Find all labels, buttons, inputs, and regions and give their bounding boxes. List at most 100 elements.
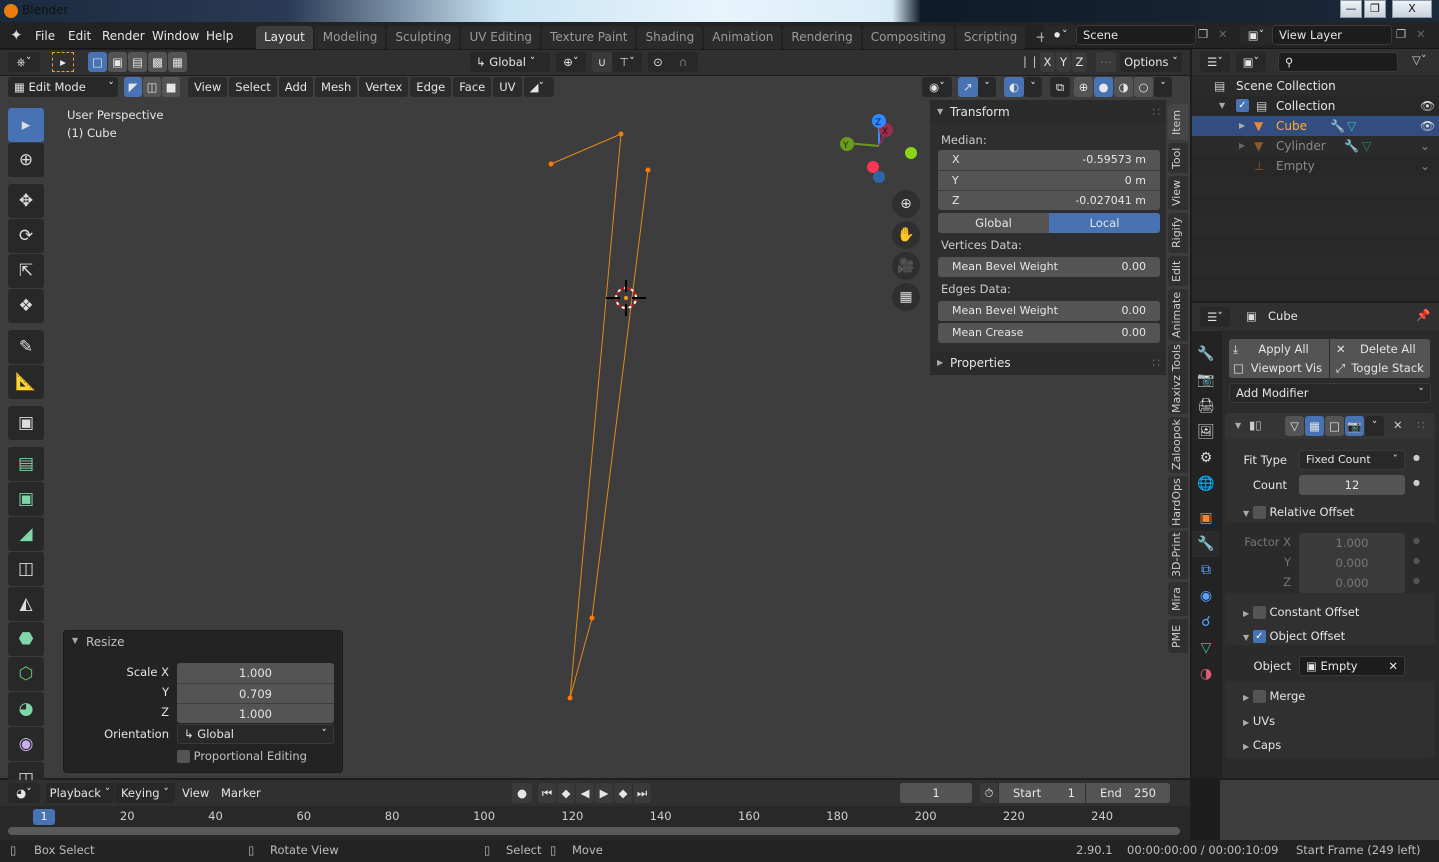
annotate-tool-icon[interactable]: ✎ — [8, 330, 44, 364]
delete-view-layer-icon[interactable]: ✕ — [1416, 27, 1426, 41]
current-frame-field[interactable]: 1 — [900, 783, 972, 803]
collapse-icon[interactable]: ▼ — [1219, 96, 1225, 116]
mesh-data-tab-icon[interactable]: ▽ — [1192, 635, 1220, 661]
uvs-subpanel[interactable]: ▶ UVs — [1243, 714, 1275, 728]
gizmo-neg-y[interactable] — [905, 147, 917, 159]
render-display-icon[interactable]: 📷 — [1345, 416, 1364, 436]
menu-uv[interactable]: UV — [493, 77, 522, 97]
select-extend-icon[interactable]: ▣ — [108, 52, 127, 72]
tab-view[interactable]: View — [1168, 176, 1188, 210]
gizmo-neg-x[interactable] — [867, 161, 879, 173]
mesh-edge[interactable] — [550, 133, 622, 165]
tab-modeling[interactable]: Modeling — [314, 26, 386, 49]
menu-edge[interactable]: Edge — [410, 77, 452, 97]
mesh-vertex[interactable] — [618, 131, 624, 137]
collapse-icon[interactable]: ▼ — [1235, 421, 1241, 430]
select-subtract-icon[interactable]: ▤ — [128, 52, 147, 72]
scale-x-field[interactable]: 1.000 — [177, 663, 334, 683]
visibility-eye-icon[interactable]: 👁 — [1420, 96, 1435, 116]
menu-vertex[interactable]: Vertex — [359, 77, 409, 97]
orientation-dropdown[interactable]: ↳ Global ˇ — [177, 724, 334, 744]
snap-toggle-icon[interactable]: ∪ — [592, 52, 612, 72]
tab-maxivz-tools[interactable]: Maxivz Tools — [1168, 344, 1188, 414]
auto-keying-icon[interactable]: ● — [512, 783, 532, 803]
view-layer-selector-icon[interactable]: ▣ˇ — [1240, 25, 1272, 45]
maximize-button[interactable]: ❐ — [1364, 0, 1386, 18]
zoom-view-icon[interactable]: ⊕ — [892, 190, 920, 218]
local-toggle[interactable]: Local — [1049, 213, 1160, 233]
menu-select[interactable]: Select — [229, 77, 277, 97]
outliner-collection[interactable]: ▼ ✓ ▤ Collection 👁 — [1192, 96, 1439, 116]
minimize-button[interactable]: — — [1340, 0, 1362, 18]
new-view-layer-icon[interactable]: ❐ — [1396, 27, 1406, 41]
tab-edit[interactable]: Edit — [1168, 256, 1188, 286]
prev-keyframe-icon[interactable]: ◆ — [557, 783, 575, 803]
factor-y-field[interactable]: 0.000 — [1299, 553, 1405, 573]
expand-icon[interactable]: ▶ — [1239, 136, 1245, 156]
factor-z-field[interactable]: 0.000 — [1299, 573, 1405, 593]
spin-tool-icon[interactable]: ⬡ — [8, 657, 44, 691]
properties-editor-type-icon[interactable]: ☰ˇ — [1200, 307, 1230, 327]
properties-panel-header[interactable]: ▶ Properties ∷ — [930, 351, 1166, 375]
gizmo-neg-z[interactable] — [873, 171, 885, 183]
select-invert-icon[interactable]: ▩ — [148, 52, 167, 72]
scale-z-field[interactable]: 1.000 — [177, 703, 334, 723]
tab-uv-editing[interactable]: UV Editing — [461, 26, 541, 49]
display-mode-icon[interactable]: ▣ˇ — [1236, 52, 1266, 72]
timeline-area[interactable]: 20 40 60 80 100 120 140 160 180 200 220 240 1 — [0, 806, 1190, 840]
playback-menu[interactable]: Playback ˇ — [46, 783, 114, 803]
material-preview-icon[interactable]: ◑ — [1114, 77, 1133, 97]
modifier-wrench-icon[interactable]: 🔧 — [1330, 116, 1345, 136]
tab-shading[interactable]: Shading — [637, 26, 703, 49]
scale-y-field[interactable]: 0.709 — [177, 683, 334, 703]
keyframe-dot-icon[interactable]: ● — [1413, 556, 1420, 565]
physics-tab-icon[interactable]: ◉ — [1192, 583, 1220, 609]
median-x-field[interactable]: X -0.59573 m — [938, 150, 1160, 170]
mesh-edge[interactable] — [591, 169, 649, 619]
menu-face[interactable]: Face — [453, 77, 492, 97]
tab-texture-paint[interactable]: Texture Paint — [542, 26, 636, 49]
proportional-edit-icon[interactable]: ⊙ — [648, 52, 668, 72]
menu-help[interactable]: Help — [200, 26, 239, 46]
scene-selector-icon[interactable]: ⚫ˇ — [1044, 25, 1076, 45]
auto-merge-icon[interactable]: ⋯ — [1096, 52, 1116, 72]
pan-hand-icon[interactable]: ✋ — [892, 221, 920, 249]
relative-offset-toggle[interactable]: ▼ Relative Offset — [1243, 505, 1354, 519]
world-tab-icon[interactable]: 🌐 — [1192, 471, 1220, 497]
object-tab-icon[interactable]: ▣ — [1192, 505, 1220, 531]
xray-toggle-icon[interactable]: ⧉ — [1050, 77, 1070, 97]
mirror-z-toggle[interactable]: Z — [1072, 52, 1087, 72]
bevel-tool-icon[interactable]: ◢ — [8, 517, 44, 551]
modifier-tab-icon[interactable]: 🔧 — [1192, 531, 1220, 557]
outliner-scene-collection[interactable]: ▤ Scene Collection — [1192, 76, 1439, 96]
median-y-field[interactable]: Y0 m — [938, 170, 1160, 190]
render-tab-icon[interactable]: 📷 — [1192, 367, 1220, 393]
mesh-data-icon[interactable]: ▽ — [1347, 116, 1356, 136]
menu-mesh[interactable]: Mesh — [315, 77, 358, 97]
knife-tool-icon[interactable]: ◭ — [8, 587, 44, 621]
scene-name-field[interactable]: Scene — [1076, 25, 1196, 45]
overlays-dropdown-icon[interactable]: ˇ — [1024, 77, 1042, 97]
jump-start-icon[interactable]: ⏮ — [538, 783, 556, 803]
timeline-editor-type-icon[interactable]: ◕ˇ — [8, 783, 40, 803]
constraints-tab-icon[interactable]: ☌ — [1192, 609, 1220, 635]
menu-edit[interactable]: Edit — [62, 26, 97, 46]
start-frame-field[interactable]: Start 1 — [999, 783, 1085, 803]
play-icon[interactable]: ▶ — [595, 783, 613, 803]
factor-x-field[interactable]: 1.000 — [1299, 533, 1405, 553]
clear-field-icon[interactable]: ✕ — [1388, 657, 1398, 675]
solid-shading-icon[interactable]: ● — [1094, 77, 1113, 97]
on-cage-icon[interactable]: ▽ — [1285, 416, 1304, 436]
editor-type-icon[interactable]: ⎈ˇ — [8, 52, 40, 72]
move-tool-icon[interactable]: ✥ — [8, 184, 44, 218]
visibility-hidden-icon[interactable]: ⌄ — [1420, 156, 1430, 176]
outliner-search-input[interactable]: ⚲ — [1278, 52, 1398, 72]
keyframe-dot-icon[interactable]: ● — [1413, 478, 1420, 487]
inset-tool-icon[interactable]: ▣ — [8, 482, 44, 516]
add-cube-tool-icon[interactable]: ▣ — [8, 406, 44, 440]
tab-animation[interactable]: Animation — [704, 26, 782, 49]
next-keyframe-icon[interactable]: ◆ — [614, 783, 632, 803]
object-visibility-icon[interactable]: ◉ˇ — [922, 77, 952, 97]
shading-dropdown-icon[interactable]: ˇ — [1154, 77, 1172, 97]
proportional-editing-checkbox[interactable]: Proportional Editing — [177, 749, 307, 763]
